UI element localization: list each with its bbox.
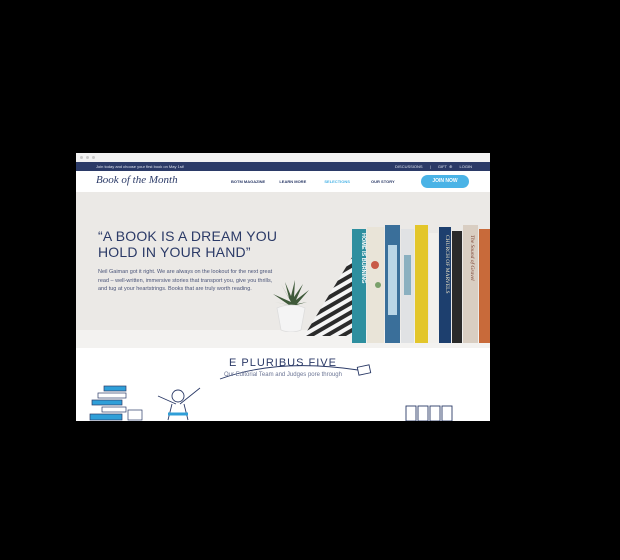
login-link[interactable]: LOGIN xyxy=(460,164,472,169)
nav-learn-more[interactable]: LEARN MORE xyxy=(279,179,306,184)
section-title: E PLURIBUS FIVE xyxy=(229,357,337,369)
divider: | xyxy=(429,164,431,169)
hero-body: Neil Gaiman got it right. We are always … xyxy=(98,269,273,292)
hero-section: “A BOOK IS A DREAM YOU HOLD IN YOUR HAND… xyxy=(76,192,490,348)
nav-selections[interactable]: SELECTIONS xyxy=(324,179,350,184)
top-announcement-bar: Join today and choose your first book on… xyxy=(76,162,490,171)
section-subtitle: Our Editorial Team and Judges pore throu… xyxy=(224,372,342,378)
curation-section: E PLURIBUS FIVE Our Editorial Team and J… xyxy=(76,348,490,421)
site-logo[interactable]: Book of the Month xyxy=(96,174,178,186)
browser-chrome xyxy=(76,153,490,162)
headline-line-2: HOLD IN YOUR HAND” xyxy=(98,244,251,260)
main-nav: Book of the Month BOTM MAGAZINE LEARN MO… xyxy=(76,171,490,193)
browser-window: Join today and choose your first book on… xyxy=(76,153,490,421)
gift-link[interactable]: GIFT xyxy=(438,164,447,169)
window-zoom-dot[interactable] xyxy=(92,156,95,159)
discussions-link[interactable]: DISCUSSIONS xyxy=(395,164,423,169)
promo-text: Join today and choose your first book on… xyxy=(96,164,185,169)
gift-icon: ⊕ xyxy=(449,164,453,169)
book-title-church-of-marvels: CHURCH OF MARVELS xyxy=(444,235,450,294)
nav-botm-magazine[interactable]: BOTM MAGAZINE xyxy=(231,179,265,184)
plant-pot-image xyxy=(273,280,309,332)
book-title-home-is-burning: HOME IS BURNING xyxy=(360,233,366,283)
join-now-button[interactable]: JOIN NOW xyxy=(421,175,469,188)
window-minimize-dot[interactable] xyxy=(86,156,89,159)
books-image: HOME IS BURNING CHURCH OF MARVELS The So… xyxy=(352,225,490,343)
nav-links: BOTM MAGAZINE LEARN MORE SELECTIONS OUR … xyxy=(231,179,408,184)
headline-line-1: “A BOOK IS A DREAM YOU xyxy=(98,228,278,244)
hero-headline: “A BOOK IS A DREAM YOU HOLD IN YOUR HAND… xyxy=(98,228,277,260)
book-title-sound-of-gravel: The Sound of Gravel xyxy=(469,235,476,281)
top-links: DISCUSSIONS | GIFT ⊕ LOGIN xyxy=(389,162,472,171)
window-close-dot[interactable] xyxy=(80,156,83,159)
nav-our-story[interactable]: OUR STORY xyxy=(371,179,395,184)
